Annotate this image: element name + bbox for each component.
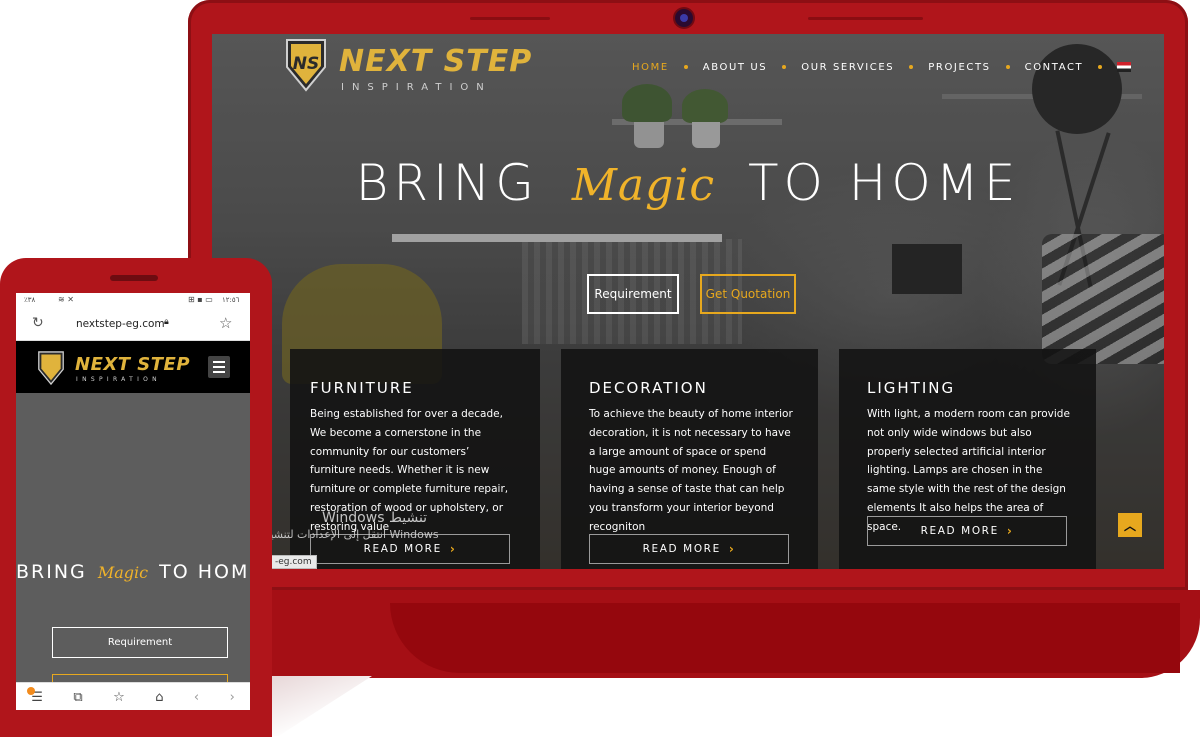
egypt-flag-icon[interactable] (1117, 62, 1132, 72)
url-text[interactable]: nextstep-eg.com (76, 318, 165, 330)
phone-hero-title: BRING Magic TO HOME (16, 561, 250, 583)
logo-name[interactable]: NEXT STEP (339, 44, 532, 79)
service-card-lighting: LIGHTING With light, a modern room can p… (839, 349, 1096, 569)
chevron-right-icon: › (1006, 524, 1014, 538)
nav-contact[interactable]: CONTACT (1025, 62, 1084, 73)
laptop-speaker-right (808, 17, 923, 20)
phone-address-bar: ↻ nextstep-eg.com 🔒︎ ☆ (16, 308, 250, 341)
logo-name[interactable]: NEXT STEP (75, 354, 190, 375)
nav-home[interactable]: HOME (632, 62, 669, 73)
read-more-label: READ MORE (642, 543, 721, 555)
logo-tagline: INSPIRATION (76, 376, 161, 383)
main-nav: HOME ABOUT US OUR SERVICES PROJECTS CONT… (632, 60, 1132, 74)
hamburger-menu-icon[interactable] (208, 356, 230, 378)
notification-badge (27, 686, 36, 695)
laptop-screen: NS NEXT STEP INSPIRATION HOME ABOUT US O… (212, 34, 1164, 569)
logo-shield-icon[interactable]: NS (284, 37, 328, 93)
nav-separator-dot (1098, 65, 1103, 69)
card-title: DECORATION (589, 379, 708, 397)
service-card-decoration: DECORATION To achieve the beauty of home… (561, 349, 818, 569)
wifi-icon: ≋ ✕ (58, 295, 74, 304)
star-icon[interactable]: ☆ (113, 690, 125, 705)
browser-status-url: -eg.com (270, 555, 317, 569)
forward-icon[interactable]: › (230, 690, 235, 705)
notification-icons: ⊞ ▪ ▭ (188, 295, 213, 304)
hero-title-before: BRING (16, 561, 87, 583)
home-icon[interactable]: ⌂ (155, 690, 163, 705)
nav-about-us[interactable]: ABOUT US (703, 62, 767, 73)
requirement-button[interactable]: Requirement (52, 627, 228, 658)
back-icon[interactable]: ‹ (194, 690, 199, 705)
nav-our-services[interactable]: OUR SERVICES (801, 62, 894, 73)
windows-activation-title: Windows تنشيط (322, 510, 428, 526)
nav-separator-dot (683, 65, 688, 69)
hero-title-magic: Magic (571, 160, 716, 211)
card-title: FURNITURE (310, 379, 414, 397)
chevron-right-icon: › (449, 542, 457, 556)
hero-title-before: BRING (355, 154, 539, 212)
read-more-button[interactable]: READ MORE › (867, 516, 1067, 546)
read-more-label: READ MORE (363, 543, 442, 555)
nav-separator-dot (909, 65, 914, 69)
phone-browser-navbar: ☰ ⧉ ☆ ⌂ ‹ › (16, 682, 250, 710)
nav-separator-dot (782, 65, 787, 69)
read-more-button[interactable]: READ MORE › (589, 534, 789, 564)
phone-screen: ٪٣٨ ≋ ✕ ⊞ ▪ ▭ ١٢:٥٦ ↻ nextstep-eg.com 🔒︎… (16, 293, 250, 710)
chevron-right-icon: › (728, 542, 736, 556)
read-more-label: READ MORE (920, 525, 999, 537)
bookmark-star-icon[interactable]: ☆ (219, 314, 232, 332)
laptop-shadow (262, 676, 372, 736)
hero-title: BRING Magic TO HOME (212, 154, 1164, 212)
phone-status-bar: ٪٣٨ ≋ ✕ ⊞ ▪ ▭ ١٢:٥٦ (16, 293, 250, 308)
battery-percent: ٪٣٨ (24, 296, 36, 304)
reload-icon[interactable]: ↻ (32, 315, 44, 331)
logo-monogram: NS (293, 54, 319, 74)
laptop-camera-lens (680, 14, 688, 22)
laptop-base-curve (390, 603, 1180, 673)
laptop-speaker-left (470, 17, 550, 20)
chevron-up-icon[interactable]: ︿ (1118, 513, 1142, 537)
phone-site-header: NEXT STEP INSPIRATION (16, 341, 250, 393)
card-title: LIGHTING (867, 379, 956, 397)
clock: ١٢:٥٦ (222, 296, 240, 304)
windows-activation-text: انتقل إلى الإعدادات لتنشيط Windows (260, 528, 439, 541)
tabs-icon[interactable]: ⧉ (73, 690, 82, 705)
lock-icon: 🔒︎ (164, 317, 169, 327)
hero-title-after: TO HOME (159, 561, 250, 583)
nav-separator-dot (1005, 65, 1010, 69)
hero-title-magic: Magic (97, 563, 149, 582)
logo-shield-icon[interactable] (36, 350, 66, 386)
logo-tagline: INSPIRATION (341, 82, 492, 93)
card-text: To achieve the beauty of home interior d… (589, 408, 793, 533)
get-quotation-button[interactable]: Get Quotation (700, 274, 796, 314)
menu-icon[interactable]: ☰ (27, 686, 43, 705)
hero-title-after: TO HOME (747, 154, 1021, 212)
nav-projects[interactable]: PROJECTS (928, 62, 990, 73)
phone-speaker (110, 275, 158, 281)
requirement-button[interactable]: Requirement (587, 274, 679, 314)
